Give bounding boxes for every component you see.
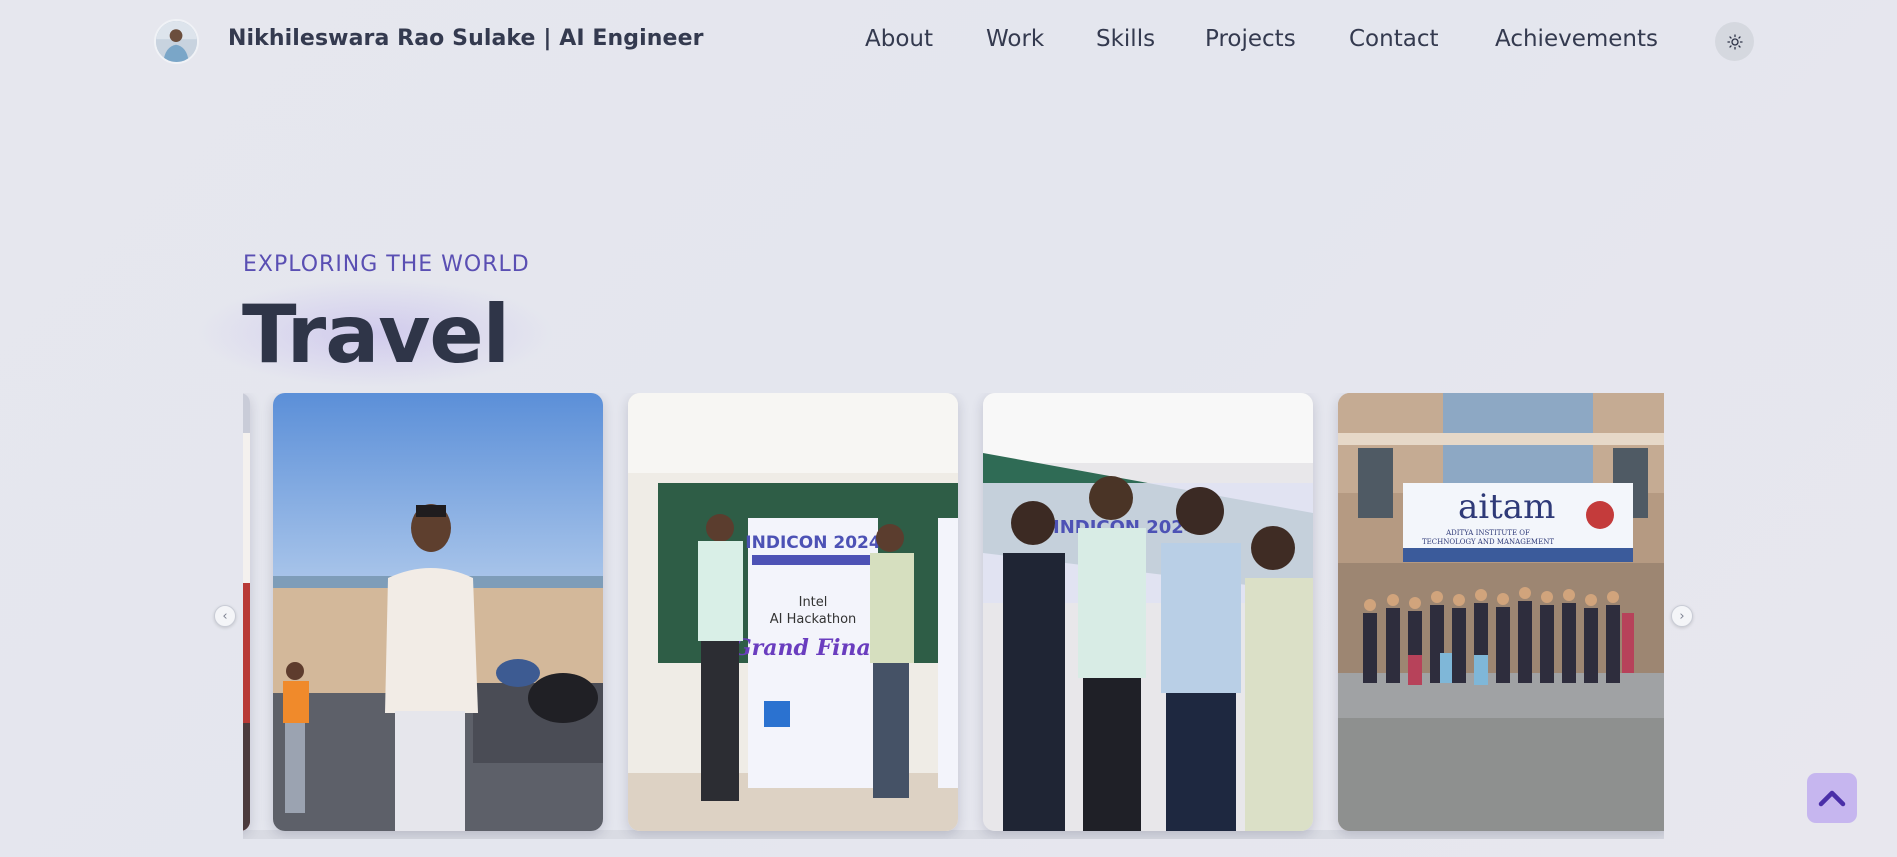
nav-projects[interactable]: Projects xyxy=(1205,26,1296,52)
nav-menu: About Work Skills Projects Contact Achie… xyxy=(0,26,1897,58)
group-selfie-photo[interactable]: INDICON 2024 xyxy=(983,393,1313,831)
chevron-right-icon: › xyxy=(1679,608,1685,624)
chevron-up-icon xyxy=(1818,790,1846,807)
back-to-top-button[interactable] xyxy=(1807,773,1857,823)
nav-work[interactable]: Work xyxy=(986,26,1044,52)
sun-icon xyxy=(1726,33,1743,50)
aitam-sign-subtitle-1: ADITYA INSTITUTE OF xyxy=(1445,529,1530,537)
nav-contact[interactable]: Contact xyxy=(1349,26,1438,52)
travel-carousel[interactable]: INDICON 2024 Intel AI Hackathon Grand Fi… xyxy=(243,393,1664,839)
beach-photo[interactable] xyxy=(273,393,603,831)
carousel-next-button[interactable]: › xyxy=(1671,605,1693,627)
partial-photo-card[interactable] xyxy=(243,393,250,831)
nav-about[interactable]: About xyxy=(865,26,933,52)
aitam-sign-subtitle-2: TECHNOLOGY AND MANAGEMENT xyxy=(1422,538,1554,546)
chevron-left-icon: ‹ xyxy=(222,608,228,624)
nav-skills[interactable]: Skills xyxy=(1096,26,1155,52)
aitam-sign-text: aitam xyxy=(1458,487,1555,527)
carousel-prev-button[interactable]: ‹ xyxy=(214,605,236,627)
college-group-photo[interactable]: aitam ADITYA INSTITUTE OF TECHNOLOGY AND… xyxy=(1338,393,1664,831)
banner-intel-text: Intel xyxy=(799,595,828,610)
banner-grand-finale-text: Grand Finale xyxy=(733,635,893,661)
theme-toggle-button[interactable] xyxy=(1715,22,1754,61)
banner-hackathon-text: AI Hackathon xyxy=(770,612,857,627)
nav-achievements[interactable]: Achievements xyxy=(1495,26,1658,52)
section-kicker: EXPLORING THE WORLD xyxy=(243,252,530,277)
hackathon-banner-photo[interactable]: INDICON 2024 Intel AI Hackathon Grand Fi… xyxy=(628,393,958,831)
top-navbar: Nikhileswara Rao Sulake | AI Engineer Ab… xyxy=(0,0,1897,84)
section-title: Travel xyxy=(242,288,510,381)
banner-indicon-text: INDICON 2024 xyxy=(745,533,881,553)
